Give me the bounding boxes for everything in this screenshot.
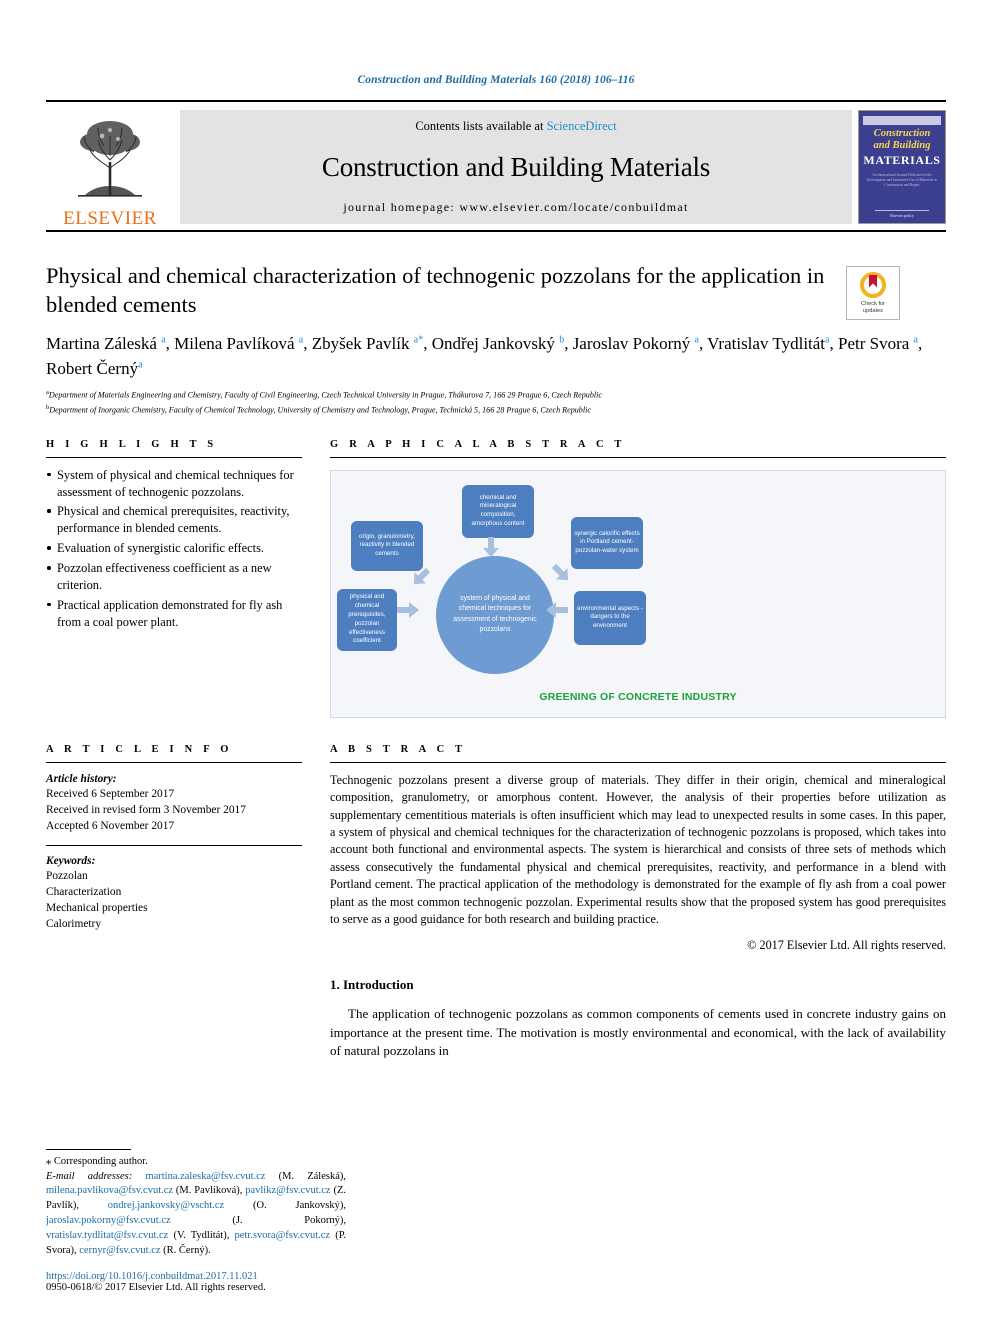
graphical-abstract-heading: G R A P H I C A L A B S T R A C T [330,438,626,450]
issn-copyright: 0950-0618/© 2017 Elsevier Ltd. All right… [46,1282,266,1293]
list-item: Evaluation of synergistic calorific effe… [46,540,302,557]
keywords-rule [46,844,302,846]
crossmark-badge[interactable]: Check for updates [846,266,900,320]
keyword-item: Mechanical properties [46,901,148,914]
running-head: Construction and Building Materials 160 … [357,74,635,86]
ga-caption: GREENING OF CONCRETE INDUSTRY [539,690,737,703]
arrow-right-icon [397,601,419,618]
info-and-abstract: A R T I C L E I N F O Article history: R… [46,744,946,953]
introduction-body: The application of technogenic pozzolans… [330,1005,946,1059]
article-info-heading: A R T I C L E I N F O [46,743,233,755]
elsevier-tree-icon [64,112,156,209]
abstract-section: A B S T R A C T Technogenic pozzolans pr… [330,744,946,953]
page-footer: ⁎ Corresponding author. E-mail addresses… [46,1148,346,1293]
crossmark-icon [860,271,886,298]
elsevier-wordmark: ELSEVIER [63,208,157,229]
highlights-and-graphical-abstract: H I G H L I G H T S System of physical a… [46,439,946,718]
list-item: Pozzolan effectiveness coefficient as a … [46,560,302,594]
ga-center-circle: system of physical and chemical techniqu… [436,555,554,674]
ga-box-left: origin, granulometry, reactivity in blen… [351,520,423,571]
list-item: Physical and chemical prerequisites, rea… [46,503,302,537]
email-addresses: E-mail addresses: martina.zaleska@fsv.cv… [46,1170,346,1259]
article-history-revised: Received in revised form 3 November 2017 [46,804,246,817]
cover-footer: Elsevier policy [874,210,930,218]
arrow-left-icon [546,601,568,618]
list-item: System of physical and chemical techniqu… [46,467,302,501]
email-addresses-list[interactable]: martina.zaleska@fsv.cvut.cz (M. Záleská)… [46,1171,346,1257]
crossmark-label-line2: updates [863,307,883,314]
abstract-copyright: © 2017 Elsevier Ltd. All rights reserved… [747,937,946,952]
ga-box-bottom-left: physical and chemical prerequisites, poz… [337,588,397,651]
graphical-abstract-figure: chemical and mineralogical composition, … [330,469,946,718]
journal-homepage-link[interactable]: journal homepage: www.elsevier.com/locat… [343,200,688,215]
graphical-abstract-section: G R A P H I C A L A B S T R A C T chemic… [330,439,946,718]
sciencedirect-link[interactable]: ScienceDirect [547,119,617,133]
article-history: Article history: Received 6 September 20… [46,772,302,835]
footnotes-and-introduction: 1. Introduction The application of techn… [46,977,946,1062]
article-history-received: Received 6 September 2017 [46,788,175,801]
affiliation-b: bDepartment of Inorganic Chemistry, Facu… [46,403,946,417]
keyword-item: Pozzolan [46,870,88,883]
keyword-item: Characterization [46,886,122,899]
journal-banner: Contents lists available at ScienceDirec… [180,110,852,224]
title-block: Physical and chemical characterization o… [46,262,946,320]
cover-blurb: An International Journal Dedicated to th… [867,172,937,188]
page-title: Physical and chemical characterization o… [46,263,825,317]
journal-masthead: ELSEVIER Contents lists available at Sci… [46,100,946,232]
introduction-heading: 1. Introduction [330,976,414,992]
paper-page: Construction and Building Materials 160 … [0,0,992,1323]
ga-box-top: chemical and mineralogical composition, … [462,484,534,538]
keyword-item: Calorimetry [46,917,102,930]
doi-link[interactable]: https://doi.org/10.1016/j.conbuildmat.20… [46,1271,346,1282]
abstract-heading: A B S T R A C T [330,743,467,755]
ga-box-right: synergic calorific effects in Portland c… [571,516,643,569]
affiliations: aDepartment of Materials Engineering and… [46,388,946,416]
footnote-rule [46,1148,131,1150]
article-info-section: A R T I C L E I N F O Article history: R… [46,744,302,953]
email-addresses-label: E-mail addresses: [46,1170,133,1182]
ga-box-bottom-right: environmental aspects - dangers to the e… [574,590,646,645]
affiliation-a: aDepartment of Materials Engineering and… [46,388,946,402]
highlights-list: System of physical and chemical techniqu… [46,467,302,631]
article-history-label: Article history: [46,772,117,785]
keywords-block: Keywords: Pozzolan Characterization Mech… [46,854,302,933]
arrow-diagonal-icon [548,560,573,585]
crossmark-label-line1: Check for [861,300,885,307]
affiliation-a-text: Department of Materials Engineering and … [48,390,602,400]
arrow-down-icon [483,536,499,557]
article-history-accepted: Accepted 6 November 2017 [46,819,175,832]
abstract-body: Technogenic pozzolans present a diverse … [330,772,946,927]
footnote-column [46,977,302,1062]
corresponding-author-note: ⁎ Corresponding author. [46,1155,148,1167]
journal-cover-thumbnail: Construction and Building MATERIALS An I… [858,110,946,224]
highlights-heading: H I G H L I G H T S [46,438,218,450]
contents-line-prefix: Contents lists available at [415,119,547,133]
abstract-rule [330,761,946,763]
affiliation-b-text: Department of Inorganic Chemistry, Facul… [49,405,591,415]
elsevier-logo: ELSEVIER [46,110,174,228]
highlights-section: H I G H L I G H T S System of physical a… [46,439,302,718]
introduction-section: 1. Introduction The application of techn… [330,977,946,1062]
graphical-abstract-rule [330,456,946,458]
article-info-rule [46,761,302,763]
list-item: Practical application demonstrated for f… [46,597,302,631]
cover-title-line3: MATERIALS [863,152,941,167]
cover-top-bar [863,116,941,125]
cover-title-line1: Construction [873,128,931,139]
journal-title: Construction and Building Materials [321,151,711,182]
keywords-label: Keywords: [46,854,96,867]
highlights-rule [46,456,302,458]
contents-line: Contents lists available at ScienceDirec… [415,119,616,134]
author-list: Martina Záleská a, Milena Pavlíková a, Z… [46,334,923,378]
cover-title-line2: and Building [873,139,931,151]
